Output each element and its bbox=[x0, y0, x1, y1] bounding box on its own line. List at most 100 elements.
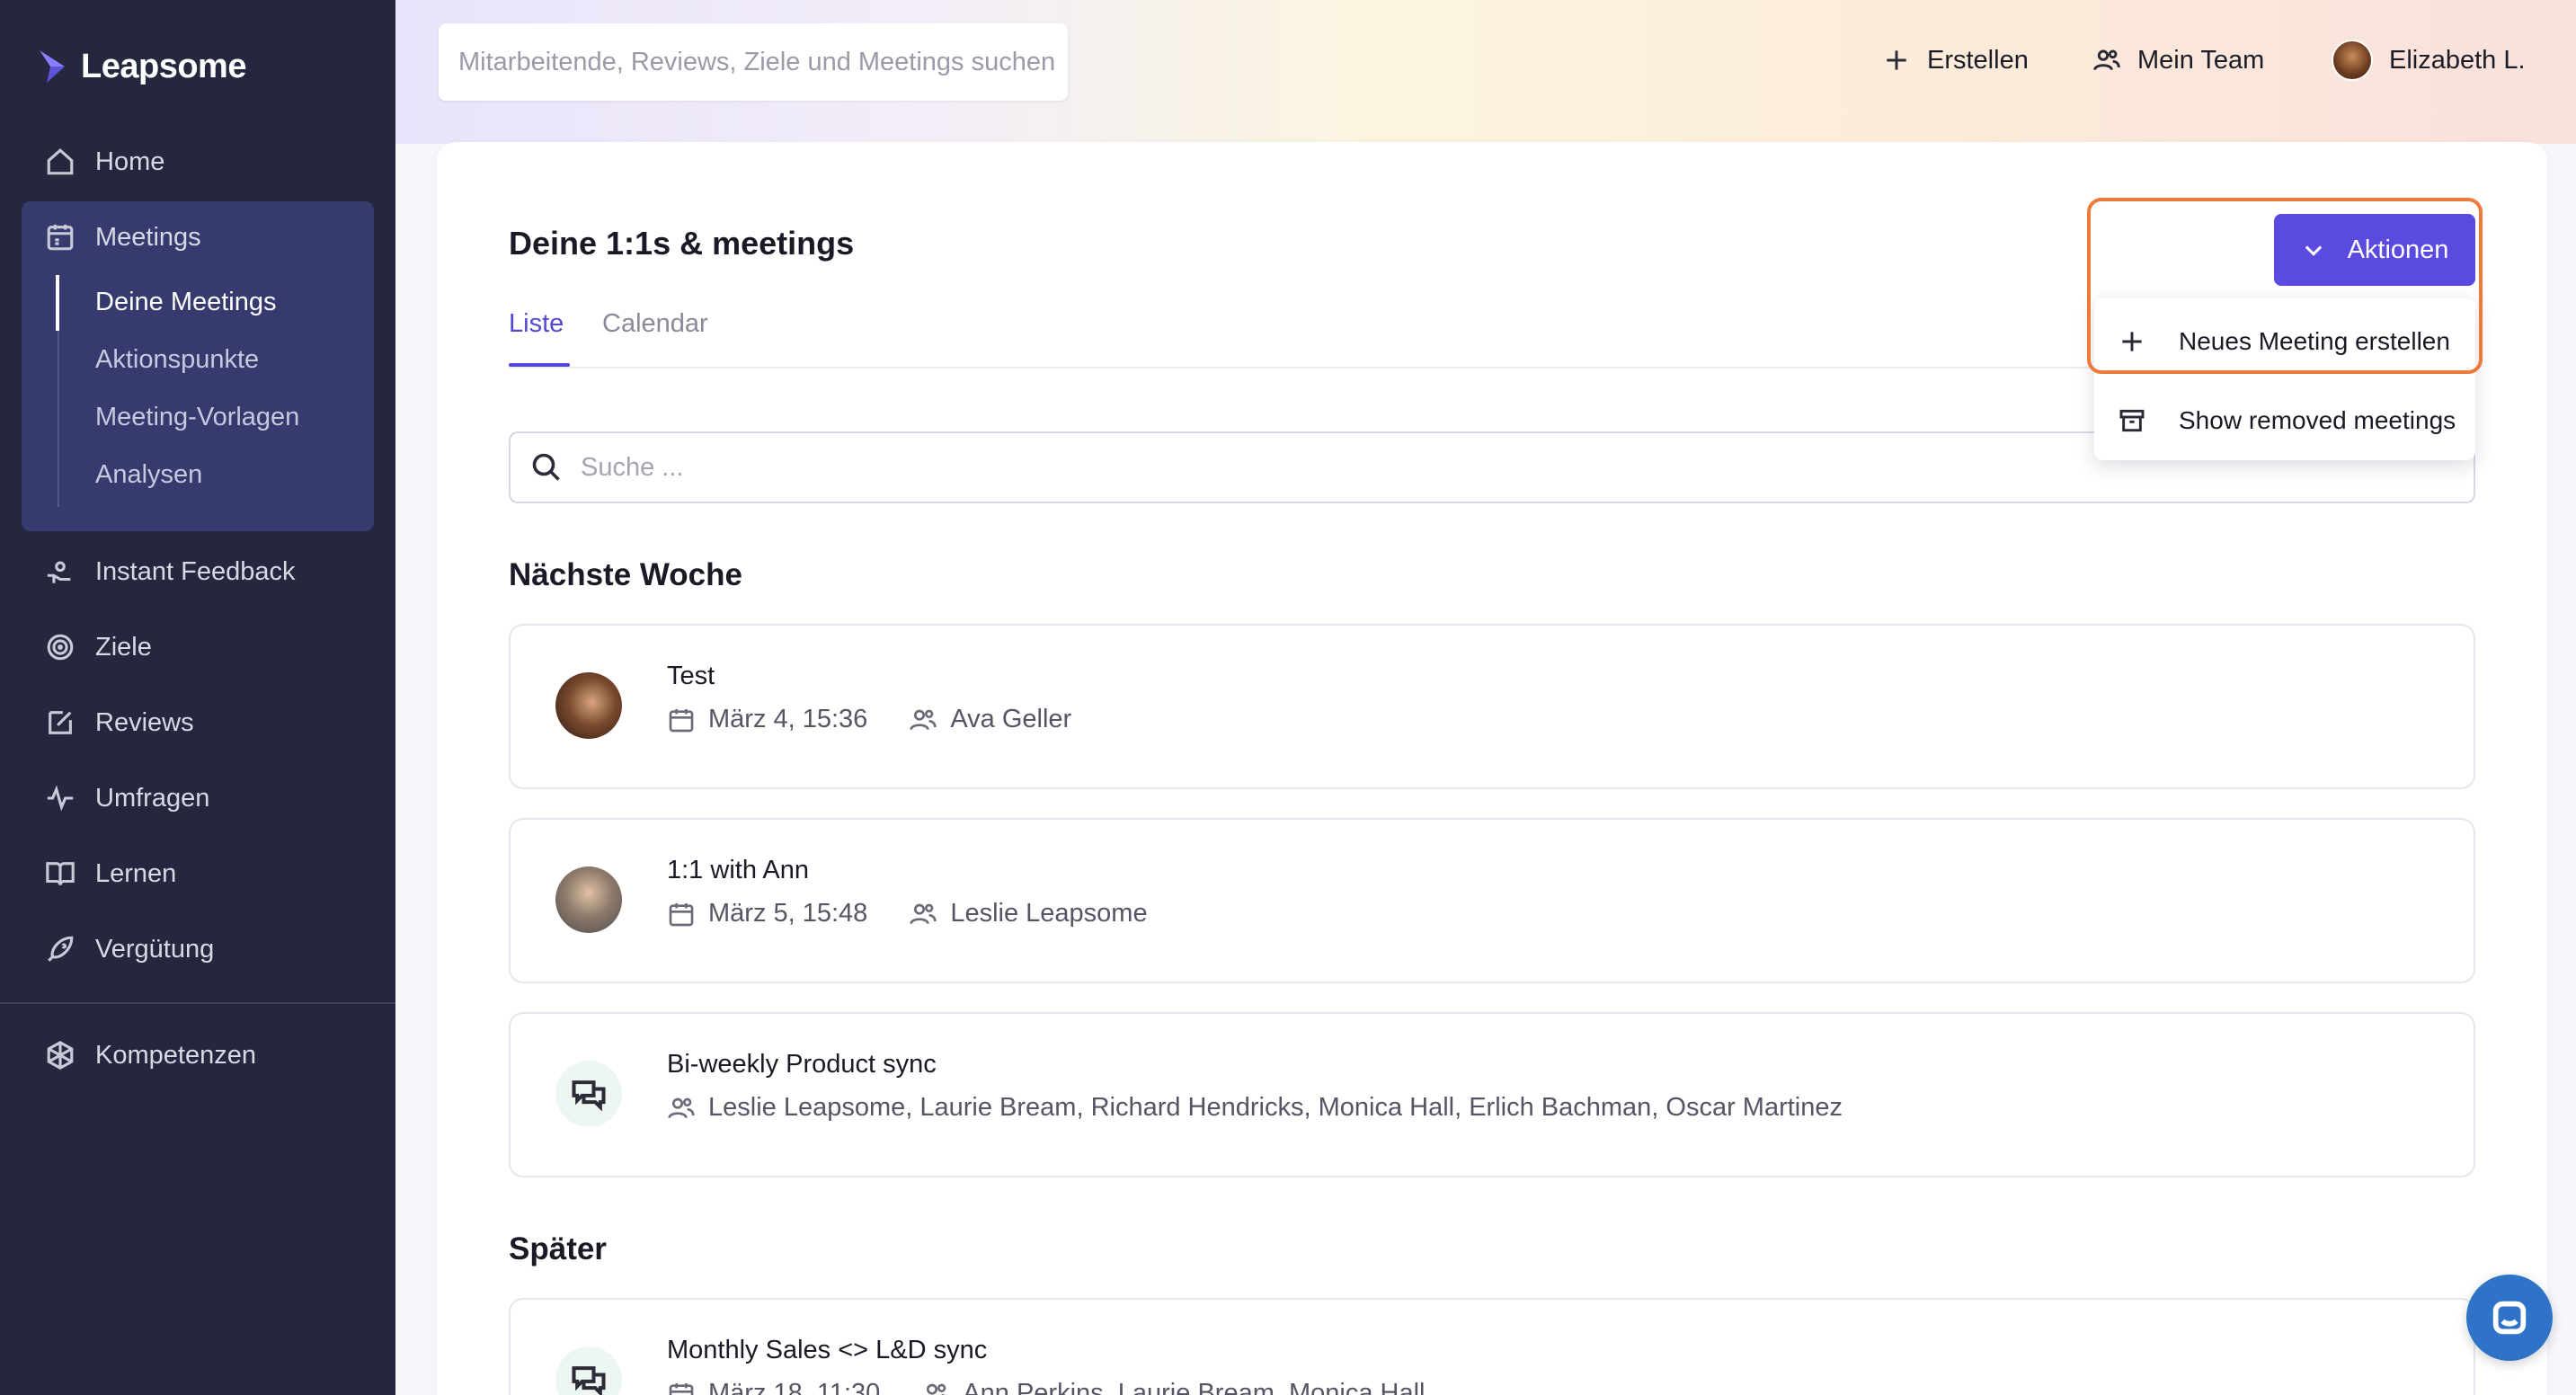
chat-bubble-icon bbox=[2492, 1301, 2527, 1335]
my-team-button[interactable]: Mein Team bbox=[2092, 38, 2264, 83]
sidebar: Leapsome Home Meetings Deine Meetings Ak… bbox=[0, 0, 395, 1395]
home-icon bbox=[47, 148, 74, 175]
calendar-icon bbox=[669, 1382, 694, 1395]
sidebar-subitem-deine-meetings[interactable]: Deine Meetings bbox=[95, 280, 277, 324]
aktionen-label: Aktionen bbox=[2347, 235, 2449, 264]
meeting-card[interactable]: 1:1 with Ann März 5, 15:48 Leslie Leapso… bbox=[509, 818, 2475, 983]
sidebar-item-label: Ziele bbox=[95, 632, 152, 662]
sidebar-item-ziele[interactable]: Ziele bbox=[45, 622, 152, 672]
calendar-icon bbox=[669, 902, 694, 926]
sidebar-item-label: Lernen bbox=[95, 858, 177, 888]
sidebar-item-home[interactable]: Home bbox=[45, 137, 164, 187]
chat-icon bbox=[572, 1080, 606, 1112]
global-search[interactable] bbox=[439, 23, 1068, 101]
target-icon bbox=[47, 634, 74, 661]
sidebar-divider bbox=[0, 1002, 395, 1004]
sidebar-item-label: Reviews bbox=[95, 707, 194, 737]
aktionen-button[interactable]: Aktionen bbox=[2274, 214, 2475, 286]
user-name: Elizabeth L. bbox=[2389, 45, 2526, 75]
sidebar-item-lernen[interactable]: Lernen bbox=[45, 849, 176, 899]
chat-icon bbox=[572, 1366, 606, 1395]
brand-logo[interactable]: Leapsome bbox=[38, 40, 246, 93]
team-icon bbox=[2093, 49, 2120, 71]
meeting-participants: Leslie Leapsome, Laurie Bream, Richard H… bbox=[708, 1093, 1843, 1122]
menu-item-new-meeting[interactable]: Neues Meeting erstellen bbox=[2094, 304, 2475, 379]
meetings-icon bbox=[47, 224, 74, 251]
menu-item-label: Neues Meeting erstellen bbox=[2179, 327, 2450, 355]
leapsome-logo-icon bbox=[40, 50, 65, 83]
meeting-meta: März 4, 15:36 Ava Geller bbox=[667, 705, 1071, 734]
menu-item-label: Show removed meetings bbox=[2179, 406, 2456, 434]
sidebar-item-label: Instant Feedback bbox=[95, 556, 296, 586]
meeting-card[interactable]: Bi-weekly Product sync Leslie Leapsome, … bbox=[509, 1012, 2475, 1177]
top-bar: Erstellen Mein Team Elizabeth L. bbox=[395, 0, 2576, 144]
book-icon bbox=[46, 862, 75, 886]
participant-avatar bbox=[555, 672, 622, 739]
meeting-meta: Leslie Leapsome, Laurie Bream, Richard H… bbox=[667, 1093, 1843, 1123]
edit-icon bbox=[49, 711, 72, 734]
create-label: Erstellen bbox=[1927, 45, 2029, 75]
meeting-title: 1:1 with Ann bbox=[667, 856, 809, 884]
sidebar-item-instant-feedback[interactable]: Instant Feedback bbox=[45, 546, 295, 597]
meeting-participants: Ava Geller bbox=[950, 705, 1072, 733]
participant-avatar bbox=[555, 866, 622, 933]
user-menu[interactable]: Elizabeth L. bbox=[2332, 38, 2526, 83]
rocket-icon bbox=[48, 936, 74, 962]
team-label: Mein Team bbox=[2137, 45, 2265, 75]
meeting-meta: März 5, 15:48 Leslie Leapsome bbox=[667, 899, 1148, 929]
archive-icon bbox=[2119, 409, 2145, 432]
user-avatar bbox=[2332, 40, 2373, 81]
sidebar-item-label: Umfragen bbox=[95, 783, 210, 813]
brand-name: Leapsome bbox=[81, 47, 246, 85]
sidebar-item-verguetung[interactable]: Vergütung bbox=[45, 924, 214, 974]
global-search-input[interactable] bbox=[458, 47, 1068, 77]
meeting-meta: März 18, 11:30 Ann Perkins, Laurie Bream… bbox=[667, 1379, 1425, 1395]
meeting-title: Test bbox=[667, 662, 715, 690]
support-chat-button[interactable] bbox=[2466, 1275, 2553, 1361]
submenu-active-indicator bbox=[56, 275, 59, 331]
sidebar-item-label: Home bbox=[95, 147, 165, 176]
meeting-card[interactable]: Monthly Sales <> L&D sync März 18, 11:30… bbox=[509, 1298, 2475, 1395]
sidebar-item-label: Meetings bbox=[95, 222, 201, 252]
actions-menu: Neues Meeting erstellen Show removed mee… bbox=[2094, 298, 2475, 460]
section-title-next-week: Nächste Woche bbox=[509, 557, 742, 592]
participants-icon bbox=[910, 709, 937, 730]
pulse-icon bbox=[47, 785, 74, 812]
plus-icon bbox=[1887, 50, 1906, 70]
sidebar-item-umfragen[interactable]: Umfragen bbox=[45, 773, 209, 823]
meeting-title: Bi-weekly Product sync bbox=[667, 1050, 937, 1079]
menu-item-show-removed[interactable]: Show removed meetings bbox=[2094, 383, 2475, 458]
sidebar-item-label: Kompetenzen bbox=[95, 1040, 256, 1070]
participants-icon bbox=[927, 1383, 946, 1395]
page-title: Deine 1:1s & meetings bbox=[509, 225, 855, 262]
app-root: Leapsome Home Meetings Deine Meetings Ak… bbox=[0, 0, 2576, 1395]
feedback-hand-icon bbox=[47, 561, 71, 583]
create-button[interactable]: Erstellen bbox=[1882, 38, 2029, 83]
meeting-date: März 4, 15:36 bbox=[708, 705, 868, 733]
plus-icon bbox=[2122, 332, 2142, 351]
meeting-title: Monthly Sales <> L&D sync bbox=[667, 1336, 988, 1364]
sidebar-item-meetings[interactable]: Meetings bbox=[45, 212, 201, 262]
calendar-icon bbox=[669, 708, 694, 732]
sidebar-item-kompetenzen[interactable]: Kompetenzen bbox=[45, 1030, 256, 1080]
participants-icon bbox=[910, 903, 937, 924]
sidebar-item-reviews[interactable]: Reviews bbox=[45, 698, 194, 748]
meeting-card[interactable]: Test März 4, 15:36 Ava Geller bbox=[509, 624, 2475, 789]
group-meeting-badge bbox=[555, 1346, 622, 1395]
tab-liste[interactable]: Liste bbox=[509, 309, 564, 339]
sidebar-subitem-analysen[interactable]: Analysen bbox=[95, 452, 202, 497]
tab-calendar[interactable]: Calendar bbox=[602, 309, 708, 339]
meeting-date: März 18, 11:30 bbox=[708, 1379, 881, 1395]
meeting-date: März 5, 15:48 bbox=[708, 899, 868, 928]
skills-icon bbox=[47, 1041, 74, 1070]
sidebar-subitem-aktionspunkte[interactable]: Aktionspunkte bbox=[95, 337, 259, 382]
group-meeting-badge bbox=[555, 1061, 622, 1127]
meeting-participants: Leslie Leapsome bbox=[950, 899, 1148, 928]
section-title-later: Später bbox=[509, 1231, 607, 1266]
search-icon bbox=[532, 453, 560, 481]
participants-icon bbox=[668, 1097, 695, 1118]
meeting-search-input[interactable] bbox=[581, 452, 2198, 483]
sidebar-subitem-meeting-vorlagen[interactable]: Meeting-Vorlagen bbox=[95, 395, 299, 440]
meeting-participants: Ann Perkins, Laurie Bream, Monica Hall bbox=[963, 1379, 1426, 1395]
chevron-down-icon bbox=[2305, 245, 2322, 256]
